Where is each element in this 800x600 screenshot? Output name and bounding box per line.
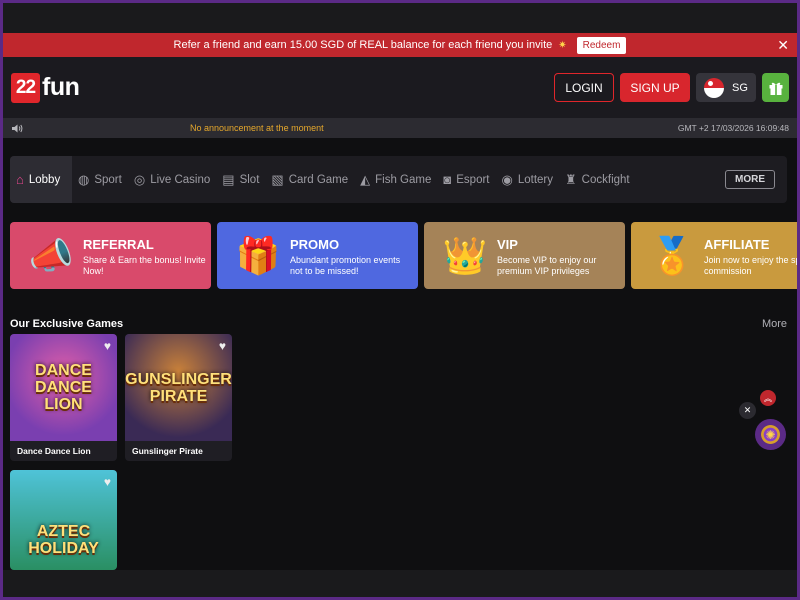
login-button[interactable]: LOGIN: [554, 73, 614, 102]
redeem-button[interactable]: Redeem: [576, 36, 627, 54]
speaker-icon[interactable]: [11, 123, 24, 134]
referral-card[interactable]: 📣 REFERRAL Share & Earn the bonus! Invit…: [10, 222, 211, 289]
region-label: SG: [732, 81, 748, 94]
gift-box-icon: 🎁: [235, 235, 281, 276]
lucky-wheel-icon[interactable]: ✺: [755, 419, 786, 450]
game-tile-dance-dance-lion[interactable]: DANCE DANCE LION ♥ Dance Dance Lion: [10, 334, 117, 461]
nav-item-esport[interactable]: ◙ Esport: [437, 156, 495, 203]
server-datetime: GMT +2 17/03/2026 16:09:48: [677, 123, 789, 133]
nav-item-fish-game[interactable]: ◭ Fish Game: [354, 156, 437, 203]
game-name: Gunslinger Pirate: [132, 446, 203, 456]
star-icon: ✷: [558, 39, 567, 51]
chip-icon: ◎: [133, 171, 146, 187]
nav-item-label: Cockfight: [581, 173, 630, 186]
nav-item-live-casino[interactable]: ◎ Live Casino: [128, 156, 216, 203]
site-header: 22 fun LOGIN SIGN UP SG: [3, 57, 797, 118]
card-subtitle: Join now to enjoy the special commission: [704, 255, 797, 276]
section-title: Our Exclusive Games: [10, 318, 124, 330]
fish-icon: ◭: [360, 171, 371, 187]
nav-item-label: Fish Game: [375, 173, 432, 186]
logo-mark: 22: [11, 72, 40, 103]
cards-icon: ▧: [271, 171, 284, 187]
browser-top-strip: [3, 3, 797, 33]
game-thumbnail: AZTEC HOLIDAY ♥: [10, 470, 117, 570]
card-title: PROMO: [290, 237, 340, 252]
gamepad-icon: ◙: [443, 172, 452, 187]
region-selector[interactable]: SG: [696, 73, 756, 102]
favorite-heart-icon[interactable]: ♥: [104, 475, 111, 489]
slot-machine-icon: ▤: [222, 171, 235, 187]
bottom-strip: [3, 570, 797, 597]
nav-item-slot[interactable]: ▤ Slot: [216, 156, 265, 203]
nav-item-label: Lottery: [517, 173, 554, 186]
header-actions: LOGIN SIGN UP SG: [554, 73, 789, 102]
card-subtitle: Become VIP to enjoy our premium VIP priv…: [497, 255, 597, 276]
app-frame: Refer a friend and earn 15.00 SGD of REA…: [3, 3, 797, 597]
referral-banner: Refer a friend and earn 15.00 SGD of REA…: [3, 33, 797, 57]
card-title: VIP: [497, 237, 518, 252]
affiliate-card[interactable]: 🏅 AFFILIATE Join now to enjoy the specia…: [631, 222, 797, 289]
nav-item-label: Card Game: [288, 173, 349, 186]
game-tile-aztec-holiday[interactable]: AZTEC HOLIDAY ♥: [10, 470, 117, 570]
referral-banner-text: Refer a friend and earn 15.00 SGD of REA…: [173, 39, 553, 51]
game-art-title: GUNSLINGER PIRATE: [125, 370, 232, 405]
nav-item-lottery[interactable]: ◉ Lottery: [496, 156, 560, 203]
favorite-heart-icon[interactable]: ♥: [219, 339, 226, 353]
announcement-text: No announcement at the moment: [190, 123, 324, 133]
favorite-heart-icon[interactable]: ♥: [104, 339, 111, 353]
singapore-flag-icon: [704, 77, 725, 98]
nav-item-label: Live Casino: [150, 173, 211, 186]
card-title: AFFILIATE: [704, 237, 770, 252]
crown-cushion-icon: 👑: [442, 235, 488, 276]
close-floating-button[interactable]: ✕: [739, 402, 756, 419]
nav-item-label: Esport: [456, 173, 490, 186]
more-categories-button[interactable]: MORE: [725, 170, 775, 189]
nav-item-sport[interactable]: ◍ Sport: [72, 156, 128, 203]
game-art-title: AZTEC HOLIDAY: [28, 523, 99, 557]
card-title: REFERRAL: [83, 237, 154, 252]
home-icon: ⌂: [16, 172, 24, 187]
nav-item-label: Slot: [239, 173, 260, 186]
signup-button[interactable]: SIGN UP: [620, 73, 690, 102]
promo-card[interactable]: 🎁 PROMO Abundant promotion events not to…: [217, 222, 418, 289]
megaphone-icon: 📣: [28, 235, 74, 276]
site-logo[interactable]: 22 fun: [11, 72, 80, 103]
games-more-link[interactable]: More: [762, 318, 787, 330]
nav-item-cockfight[interactable]: ♜ Cockfight: [559, 156, 636, 203]
announcement-bar: No announcement at the moment GMT +2 17/…: [3, 118, 797, 138]
nav-item-label: Lobby: [28, 173, 61, 186]
lottery-ball-icon: ◉: [501, 171, 513, 187]
card-subtitle: Share & Earn the bonus! Invite Now!: [83, 255, 206, 276]
category-nav: ⌂ Lobby ◍ Sport ◎ Live Casino ▤ Slot ▧ C…: [10, 156, 787, 203]
logo-text: fun: [42, 73, 80, 101]
game-name: Dance Dance Lion: [17, 446, 91, 456]
scroll-top-button[interactable]: ︽: [760, 390, 776, 406]
nav-item-card-game[interactable]: ▧ Card Game: [265, 156, 354, 203]
nav-item-lobby[interactable]: ⌂ Lobby: [10, 156, 72, 203]
rooster-icon: ♜: [565, 171, 577, 187]
promo-cards: 📣 REFERRAL Share & Earn the bonus! Invit…: [10, 222, 797, 289]
card-subtitle: Abundant promotion events not to be miss…: [290, 255, 401, 276]
gift-button[interactable]: [762, 73, 789, 102]
game-tile-gunslinger-pirate[interactable]: GUNSLINGER PIRATE ♥ Gunslinger Pirate: [125, 334, 232, 461]
nav-item-label: Sport: [94, 173, 122, 186]
game-thumbnail: DANCE DANCE LION ♥: [10, 334, 117, 441]
vip-card[interactable]: 👑 VIP Become VIP to enjoy our premium VI…: [424, 222, 625, 289]
ball-icon: ◍: [78, 171, 90, 187]
gift-icon: [769, 82, 782, 95]
game-thumbnail: GUNSLINGER PIRATE ♥: [125, 334, 232, 441]
close-icon[interactable]: ✕: [777, 37, 789, 54]
game-art-title: DANCE DANCE LION: [35, 362, 92, 413]
medal-icon: 🏅: [649, 235, 695, 276]
